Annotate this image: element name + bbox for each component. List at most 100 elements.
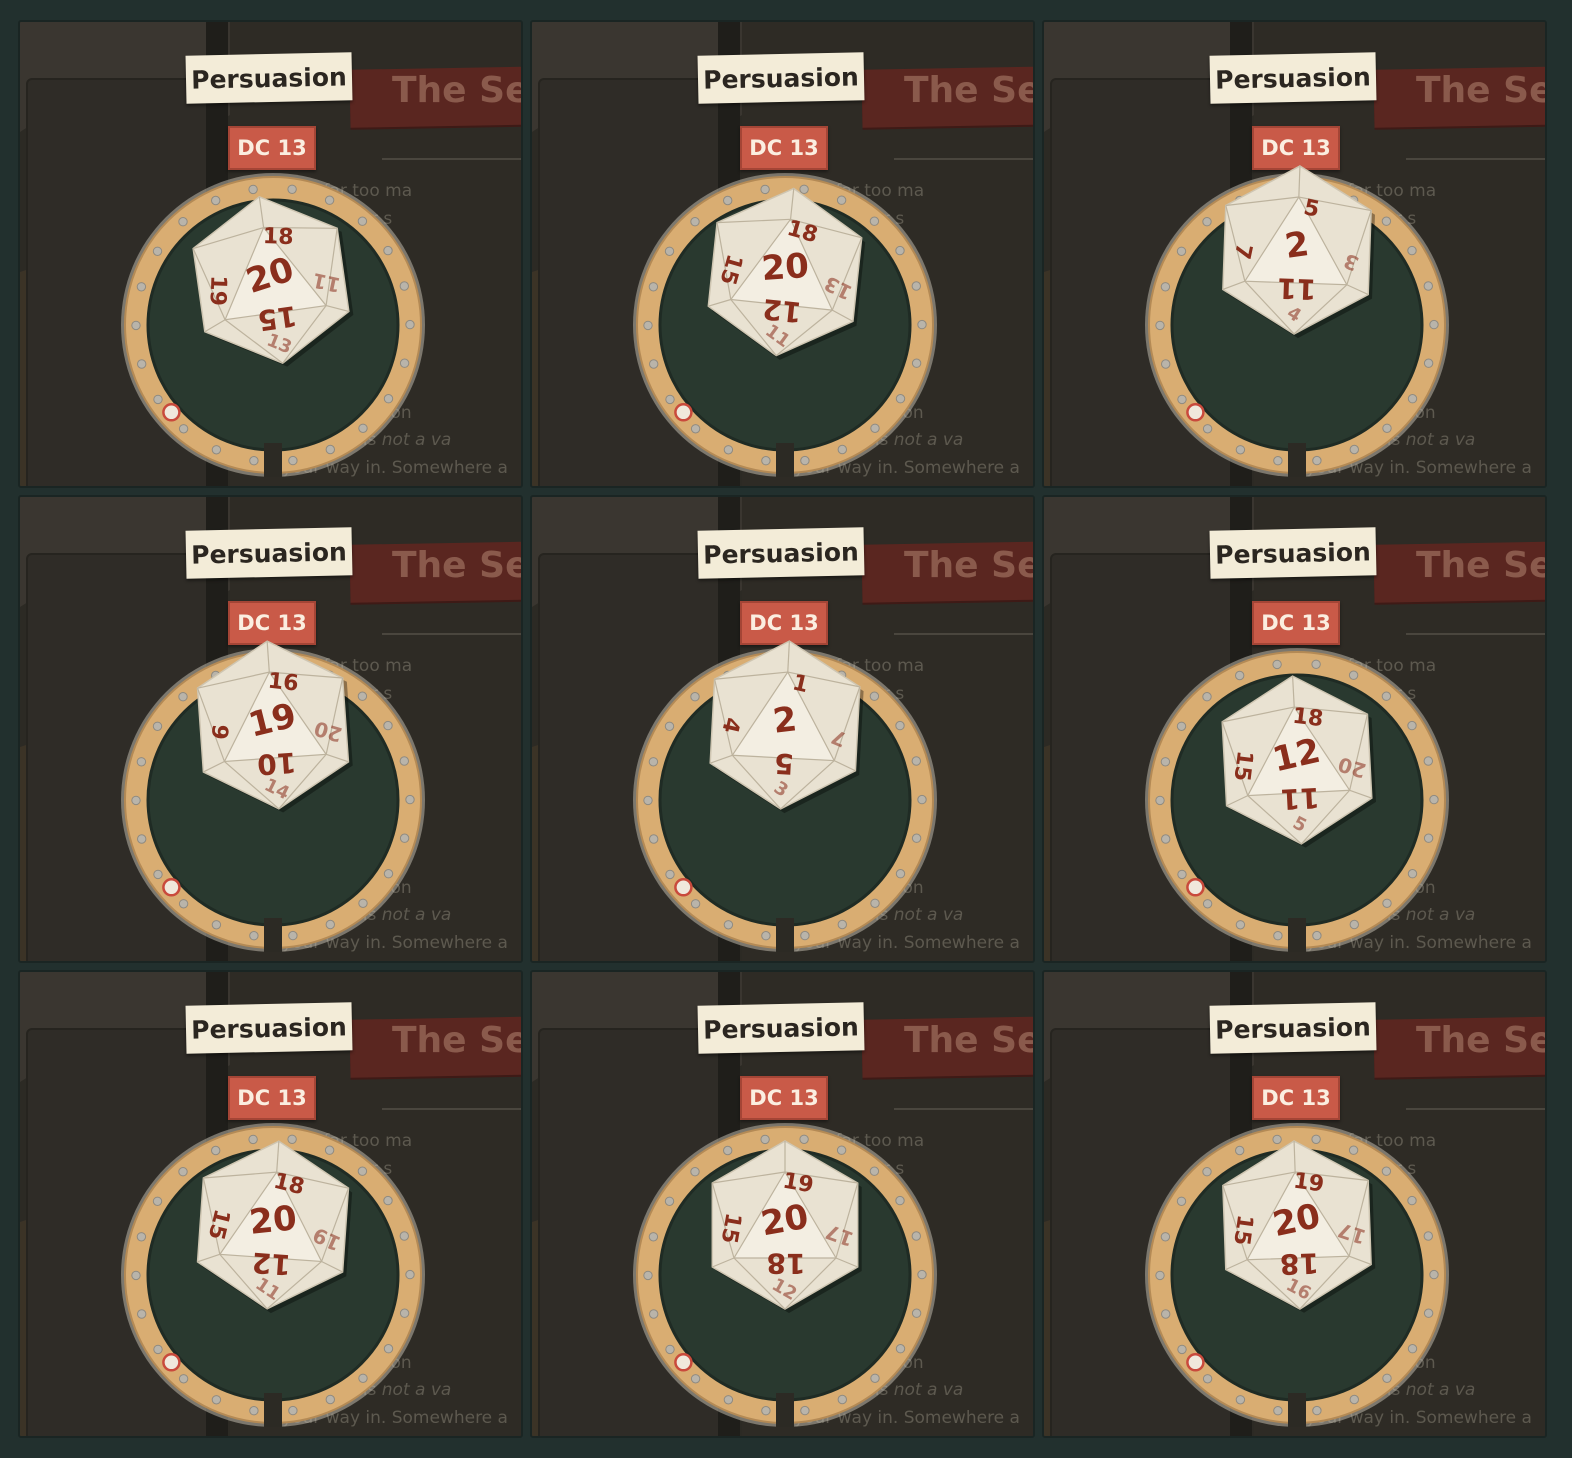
tray-rivet <box>917 319 927 330</box>
tray-rivet <box>1423 1231 1433 1241</box>
tray-rivet <box>399 358 410 368</box>
tray-gap <box>1288 443 1306 477</box>
tray-rivet <box>1423 358 1434 368</box>
die-face-number: 9 <box>206 723 232 741</box>
tray-rivet <box>137 359 147 369</box>
tray-rivet <box>249 1406 259 1416</box>
tray-marker <box>1186 878 1205 897</box>
tray-rivet <box>405 319 415 330</box>
tray-rivet <box>1176 246 1187 257</box>
tray-rivet <box>383 394 394 404</box>
skill-check-label: Persuasion <box>185 52 353 104</box>
tray-rivet <box>643 795 653 806</box>
tray-rivet <box>1429 1269 1439 1280</box>
tray-rivet <box>870 898 880 908</box>
tray-rivet <box>358 898 368 908</box>
tray-rivet <box>1155 795 1165 806</box>
tray-marker <box>1186 403 1205 422</box>
tray-rivet <box>1407 394 1418 404</box>
tray-rivet <box>288 1405 298 1416</box>
title-divider <box>894 633 1033 635</box>
tray-marker <box>674 403 693 422</box>
die-face-number: 12 <box>761 292 803 329</box>
tray-rivet <box>178 899 189 909</box>
tray-rivet <box>1423 756 1433 766</box>
tray-gap <box>776 443 794 477</box>
tray-rivet <box>1382 423 1392 433</box>
d20-die: 19161091420 <box>196 640 353 813</box>
tray-rivet <box>153 869 163 880</box>
tray-rivet <box>1312 455 1322 466</box>
tray-rivet <box>153 1344 163 1355</box>
skill-check-label: Persuasion <box>1209 527 1377 579</box>
tray-rivet <box>1177 1344 1187 1355</box>
d20-die: 12181115520 <box>1221 675 1377 848</box>
tray-rivet <box>325 444 336 455</box>
tray-rivet <box>152 246 163 257</box>
tray-rivet <box>1407 720 1417 731</box>
die-face-number: 20 <box>760 246 810 289</box>
tray-rivet <box>643 320 653 331</box>
tray-rivet <box>664 721 675 732</box>
title-divider <box>382 1108 521 1110</box>
tray-rivet <box>399 1308 410 1318</box>
tray-rivet <box>136 282 147 292</box>
dice-roll-frame: The Sea with far too mak, and ever sye a… <box>1042 495 1547 963</box>
tray-rivet <box>1349 919 1360 930</box>
tray-rivet <box>1177 394 1187 405</box>
story-title: The Sea <box>392 545 521 586</box>
tray-rivet <box>643 1270 653 1281</box>
title-divider <box>1406 158 1545 160</box>
tray-rivet <box>1155 1270 1165 1281</box>
dice-roll-frame: The Sea with far too mak, and ever sye a… <box>18 20 523 488</box>
tray-rivet <box>690 424 701 434</box>
tray-rivet <box>761 456 771 466</box>
tray-gap <box>1288 918 1306 952</box>
tray-rivet <box>1177 869 1187 880</box>
title-divider <box>894 1108 1033 1110</box>
tray-rivet <box>665 1344 675 1355</box>
story-title: The Sea <box>1416 545 1545 586</box>
story-title: The Sea <box>1416 70 1545 111</box>
tray-rivet <box>648 757 659 767</box>
tray-rivet <box>211 445 222 455</box>
tray-rivet <box>664 246 675 257</box>
dc-badge: DC 13 <box>228 1076 316 1120</box>
d20-die: 201812151119 <box>196 1140 353 1314</box>
tray-rivet <box>1161 359 1171 369</box>
die-face-number: 11 <box>1277 271 1317 305</box>
tray-rivet <box>178 424 189 434</box>
tray-rivet <box>723 1395 734 1405</box>
tray-rivet <box>131 795 141 806</box>
title-divider <box>382 158 521 160</box>
tray-rivet <box>690 899 701 909</box>
tray-rivet <box>800 455 810 466</box>
tray-rivet <box>325 919 336 930</box>
tray-rivet <box>665 394 675 405</box>
tray-rivet <box>800 1405 810 1416</box>
tray-rivet <box>383 720 393 731</box>
tray-rivet <box>1382 1373 1392 1383</box>
die-face-number: 18 <box>1279 1246 1319 1280</box>
tray-rivet <box>383 1195 393 1206</box>
tray-rivet <box>383 1344 394 1354</box>
tray-rivet <box>1273 456 1283 466</box>
tray-rivet <box>761 1406 771 1416</box>
tray-rivet <box>1429 319 1439 330</box>
tray-rivet <box>665 869 675 880</box>
tray-rivet <box>837 1394 848 1405</box>
skill-check-label: Persuasion <box>185 527 353 579</box>
tray-rivet <box>837 444 848 455</box>
skill-check-label: Persuasion <box>1209 52 1377 104</box>
tray-rivet <box>1407 1344 1418 1354</box>
skill-check-label: Persuasion <box>1209 1002 1377 1054</box>
tray-rivet <box>895 869 906 879</box>
skill-check-label: Persuasion <box>697 52 865 104</box>
tray-rivet <box>1161 1309 1171 1319</box>
tray-rivet <box>911 756 921 766</box>
d20-die: 201918151617 <box>1222 1140 1376 1313</box>
die-face-number: 20 <box>247 1198 298 1243</box>
tray-rivet <box>1312 1405 1322 1416</box>
title-divider <box>382 633 521 635</box>
tray-rivet <box>1202 1374 1213 1384</box>
